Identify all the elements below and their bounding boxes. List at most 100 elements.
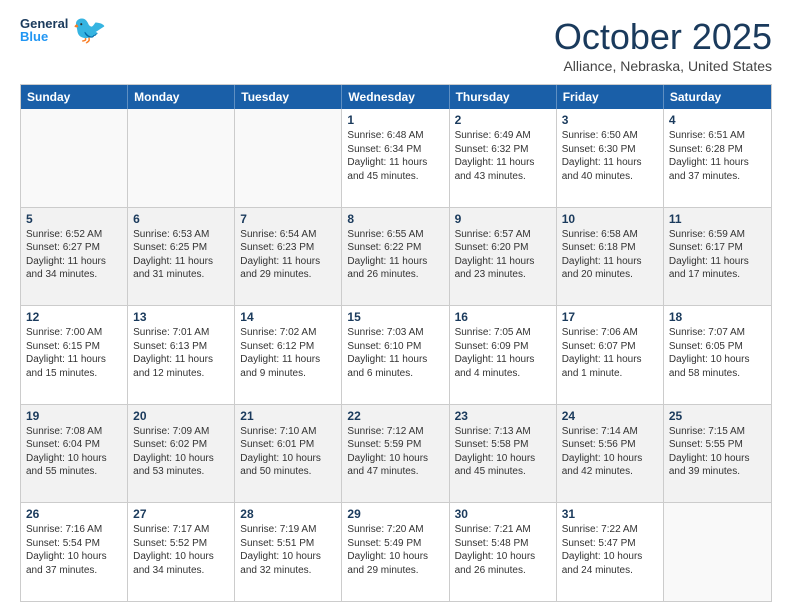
header-monday: Monday — [128, 85, 235, 109]
table-row: 15Sunrise: 7:03 AM Sunset: 6:10 PM Dayli… — [342, 306, 449, 404]
day-info: Sunrise: 7:19 AM Sunset: 5:51 PM Dayligh… — [240, 523, 336, 577]
day-info: Sunrise: 7:05 AM Sunset: 6:09 PM Dayligh… — [455, 326, 551, 380]
table-row: 17 Sunrise: 7:06 AM Sunset: 6:07 PM Dayli… — [557, 306, 664, 404]
title-block: October 2025 Alliance, Nebraska, United … — [554, 16, 772, 74]
table-row — [235, 109, 342, 207]
logo: General Blue 🐦 — [20, 16, 107, 44]
day-number: 10 — [562, 212, 658, 226]
day-info: Sunrise: 6:57 AM Sunset: 6:20 PM Dayligh… — [455, 228, 551, 282]
page: General Blue 🐦 October 2025 Alliance, Ne… — [0, 0, 792, 612]
calendar: Sunday Monday Tuesday Wednesday Thursday… — [20, 84, 772, 602]
header-sunday: Sunday — [21, 85, 128, 109]
table-row: 12Sunrise: 7:00 AM Sunset: 6:15 PM Dayli… — [21, 306, 128, 404]
day-info: Sunrise: 6:53 AM Sunset: 6:25 PM Dayligh… — [133, 228, 229, 282]
calendar-row: 19Sunrise: 7:08 AM Sunset: 6:04 PM Dayli… — [21, 405, 771, 504]
day-number: 13 — [133, 310, 229, 324]
header-tuesday: Tuesday — [235, 85, 342, 109]
header: General Blue 🐦 October 2025 Alliance, Ne… — [20, 16, 772, 74]
day-info: Sunrise: 6:59 AM Sunset: 6:17 PM Dayligh… — [669, 228, 766, 282]
month-title: October 2025 — [554, 16, 772, 58]
table-row: 4 Sunrise: 6:51 AM Sunset: 6:28 PM Daylig… — [664, 109, 771, 207]
table-row: 10 Sunrise: 6:58 AM Sunset: 6:18 PM Dayli… — [557, 208, 664, 306]
day-info: Sunrise: 7:07 AM Sunset: 6:05 PM Dayligh… — [669, 326, 766, 380]
table-row: 23Sunrise: 7:13 AM Sunset: 5:58 PM Dayli… — [450, 405, 557, 503]
day-number: 18 — [669, 310, 766, 324]
table-row: 16 Sunrise: 7:05 AM Sunset: 6:09 PM Dayli… — [450, 306, 557, 404]
day-number: 12 — [26, 310, 122, 324]
table-row: 13 Sunrise: 7:01 AM Sunset: 6:13 PM Dayli… — [128, 306, 235, 404]
table-row: 24 Sunrise: 7:14 AM Sunset: 5:56 PM Dayli… — [557, 405, 664, 503]
calendar-body: 1 Sunrise: 6:48 AM Sunset: 6:34 PM Daylig… — [21, 109, 771, 601]
day-number: 6 — [133, 212, 229, 226]
logo-blue-text: Blue — [20, 30, 68, 43]
table-row — [128, 109, 235, 207]
day-number: 14 — [240, 310, 336, 324]
day-info: Sunrise: 6:49 AM Sunset: 6:32 PM Dayligh… — [455, 129, 551, 183]
day-number: 1 — [347, 113, 443, 127]
day-number: 20 — [133, 409, 229, 423]
day-number: 27 — [133, 507, 229, 521]
calendar-row: 1 Sunrise: 6:48 AM Sunset: 6:34 PM Daylig… — [21, 109, 771, 208]
table-row — [21, 109, 128, 207]
day-info: Sunrise: 7:14 AM Sunset: 5:56 PM Dayligh… — [562, 425, 658, 479]
day-info: Sunrise: 6:54 AM Sunset: 6:23 PM Dayligh… — [240, 228, 336, 282]
day-info: Sunrise: 6:55 AM Sunset: 6:22 PM Dayligh… — [347, 228, 443, 282]
day-info: Sunrise: 7:06 AM Sunset: 6:07 PM Dayligh… — [562, 326, 658, 380]
day-number: 9 — [455, 212, 551, 226]
day-number: 28 — [240, 507, 336, 521]
day-number: 5 — [26, 212, 122, 226]
day-info: Sunrise: 7:22 AM Sunset: 5:47 PM Dayligh… — [562, 523, 658, 577]
day-number: 4 — [669, 113, 766, 127]
day-number: 31 — [562, 507, 658, 521]
logo-bird-icon: 🐦 — [72, 16, 107, 44]
header-friday: Friday — [557, 85, 664, 109]
calendar-row: 12Sunrise: 7:00 AM Sunset: 6:15 PM Dayli… — [21, 306, 771, 405]
table-row: 28 Sunrise: 7:19 AM Sunset: 5:51 PM Dayli… — [235, 503, 342, 601]
day-info: Sunrise: 6:51 AM Sunset: 6:28 PM Dayligh… — [669, 129, 766, 183]
table-row: 21 Sunrise: 7:10 AM Sunset: 6:01 PM Dayli… — [235, 405, 342, 503]
day-number: 24 — [562, 409, 658, 423]
day-number: 7 — [240, 212, 336, 226]
table-row: 2 Sunrise: 6:49 AM Sunset: 6:32 PM Daylig… — [450, 109, 557, 207]
table-row: 5Sunrise: 6:52 AM Sunset: 6:27 PM Daylig… — [21, 208, 128, 306]
table-row: 30 Sunrise: 7:21 AM Sunset: 5:48 PM Dayli… — [450, 503, 557, 601]
table-row: 9 Sunrise: 6:57 AM Sunset: 6:20 PM Daylig… — [450, 208, 557, 306]
day-info: Sunrise: 7:16 AM Sunset: 5:54 PM Dayligh… — [26, 523, 122, 577]
day-number: 2 — [455, 113, 551, 127]
header-saturday: Saturday — [664, 85, 771, 109]
day-number: 17 — [562, 310, 658, 324]
day-number: 11 — [669, 212, 766, 226]
day-info: Sunrise: 7:15 AM Sunset: 5:55 PM Dayligh… — [669, 425, 766, 479]
day-info: Sunrise: 7:02 AM Sunset: 6:12 PM Dayligh… — [240, 326, 336, 380]
day-info: Sunrise: 7:09 AM Sunset: 6:02 PM Dayligh… — [133, 425, 229, 479]
day-info: Sunrise: 7:10 AM Sunset: 6:01 PM Dayligh… — [240, 425, 336, 479]
table-row: 29Sunrise: 7:20 AM Sunset: 5:49 PM Dayli… — [342, 503, 449, 601]
day-number: 15 — [347, 310, 443, 324]
table-row: 3Sunrise: 6:50 AM Sunset: 6:30 PM Daylig… — [557, 109, 664, 207]
header-thursday: Thursday — [450, 85, 557, 109]
day-info: Sunrise: 7:01 AM Sunset: 6:13 PM Dayligh… — [133, 326, 229, 380]
day-number: 16 — [455, 310, 551, 324]
day-info: Sunrise: 6:48 AM Sunset: 6:34 PM Dayligh… — [347, 129, 443, 183]
table-row: 31 Sunrise: 7:22 AM Sunset: 5:47 PM Dayli… — [557, 503, 664, 601]
day-info: Sunrise: 7:13 AM Sunset: 5:58 PM Dayligh… — [455, 425, 551, 479]
day-info: Sunrise: 7:12 AM Sunset: 5:59 PM Dayligh… — [347, 425, 443, 479]
day-info: Sunrise: 6:50 AM Sunset: 6:30 PM Dayligh… — [562, 129, 658, 183]
day-info: Sunrise: 6:58 AM Sunset: 6:18 PM Dayligh… — [562, 228, 658, 282]
header-wednesday: Wednesday — [342, 85, 449, 109]
table-row: 25Sunrise: 7:15 AM Sunset: 5:55 PM Dayli… — [664, 405, 771, 503]
table-row: 11 Sunrise: 6:59 AM Sunset: 6:17 PM Dayli… — [664, 208, 771, 306]
day-number: 22 — [347, 409, 443, 423]
day-number: 21 — [240, 409, 336, 423]
table-row: 8 Sunrise: 6:55 AM Sunset: 6:22 PM Daylig… — [342, 208, 449, 306]
day-number: 30 — [455, 507, 551, 521]
logo-letters: General Blue — [20, 17, 68, 43]
table-row: 6 Sunrise: 6:53 AM Sunset: 6:25 PM Daylig… — [128, 208, 235, 306]
calendar-header: Sunday Monday Tuesday Wednesday Thursday… — [21, 85, 771, 109]
table-row: 7 Sunrise: 6:54 AM Sunset: 6:23 PM Daylig… — [235, 208, 342, 306]
day-number: 8 — [347, 212, 443, 226]
day-info: Sunrise: 7:21 AM Sunset: 5:48 PM Dayligh… — [455, 523, 551, 577]
location-text: Alliance, Nebraska, United States — [554, 58, 772, 74]
table-row: 1 Sunrise: 6:48 AM Sunset: 6:34 PM Daylig… — [342, 109, 449, 207]
table-row: 27Sunrise: 7:17 AM Sunset: 5:52 PM Dayli… — [128, 503, 235, 601]
